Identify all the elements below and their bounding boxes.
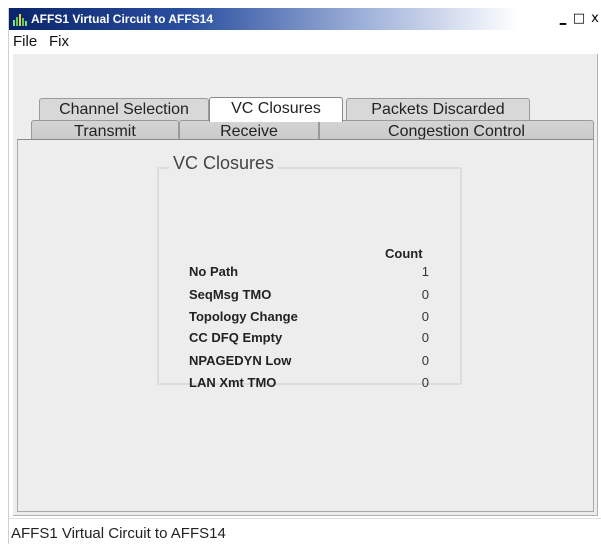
row-label-topology-change: Topology Change — [189, 309, 298, 324]
app-window: AFFS1 Virtual Circuit to AFFS14 _ □ x Fi… — [8, 8, 601, 544]
tab-channel-selection[interactable]: Channel Selection — [39, 98, 209, 122]
window-title: AFFS1 Virtual Circuit to AFFS14 — [31, 12, 214, 26]
row-label-lan-xmt-tmo: LAN Xmt TMO — [189, 375, 277, 390]
menu-fix[interactable]: Fix — [49, 33, 69, 51]
row-value-seqmsg-tmo: 0 — [421, 287, 429, 302]
minimize-button[interactable]: _ — [556, 10, 570, 28]
close-button[interactable]: x — [588, 10, 601, 28]
row-value-npagedyn-low: 0 — [421, 353, 429, 368]
row-value-cc-dfq-empty: 0 — [421, 330, 429, 345]
signal-bars-icon — [13, 14, 27, 26]
count-column-header: Count — [385, 246, 423, 261]
tab-packets-discarded[interactable]: Packets Discarded — [346, 98, 530, 122]
window-controls: _ □ x — [556, 10, 601, 28]
row-label-seqmsg-tmo: SeqMsg TMO — [189, 287, 272, 302]
title-bar[interactable]: AFFS1 Virtual Circuit to AFFS14 _ □ x — [9, 8, 601, 30]
tab-vc-closures[interactable]: VC Closures — [209, 97, 343, 122]
status-text: AFFS1 Virtual Circuit to AFFS14 — [11, 525, 226, 542]
row-value-lan-xmt-tmo: 0 — [421, 375, 429, 390]
row-label-npagedyn-low: NPAGEDYN Low — [189, 353, 292, 368]
row-label-cc-dfq-empty: CC DFQ Empty — [189, 330, 283, 345]
group-title: VC Closures — [169, 152, 279, 174]
maximize-button[interactable]: □ — [572, 10, 586, 28]
status-bar: AFFS1 Virtual Circuit to AFFS14 — [9, 518, 601, 544]
menu-file[interactable]: File — [13, 33, 37, 51]
row-value-topology-change: 0 — [421, 309, 429, 324]
row-label-no-path: No Path — [189, 264, 239, 279]
menu-bar: File Fix — [9, 30, 601, 54]
row-value-no-path: 1 — [421, 264, 429, 279]
